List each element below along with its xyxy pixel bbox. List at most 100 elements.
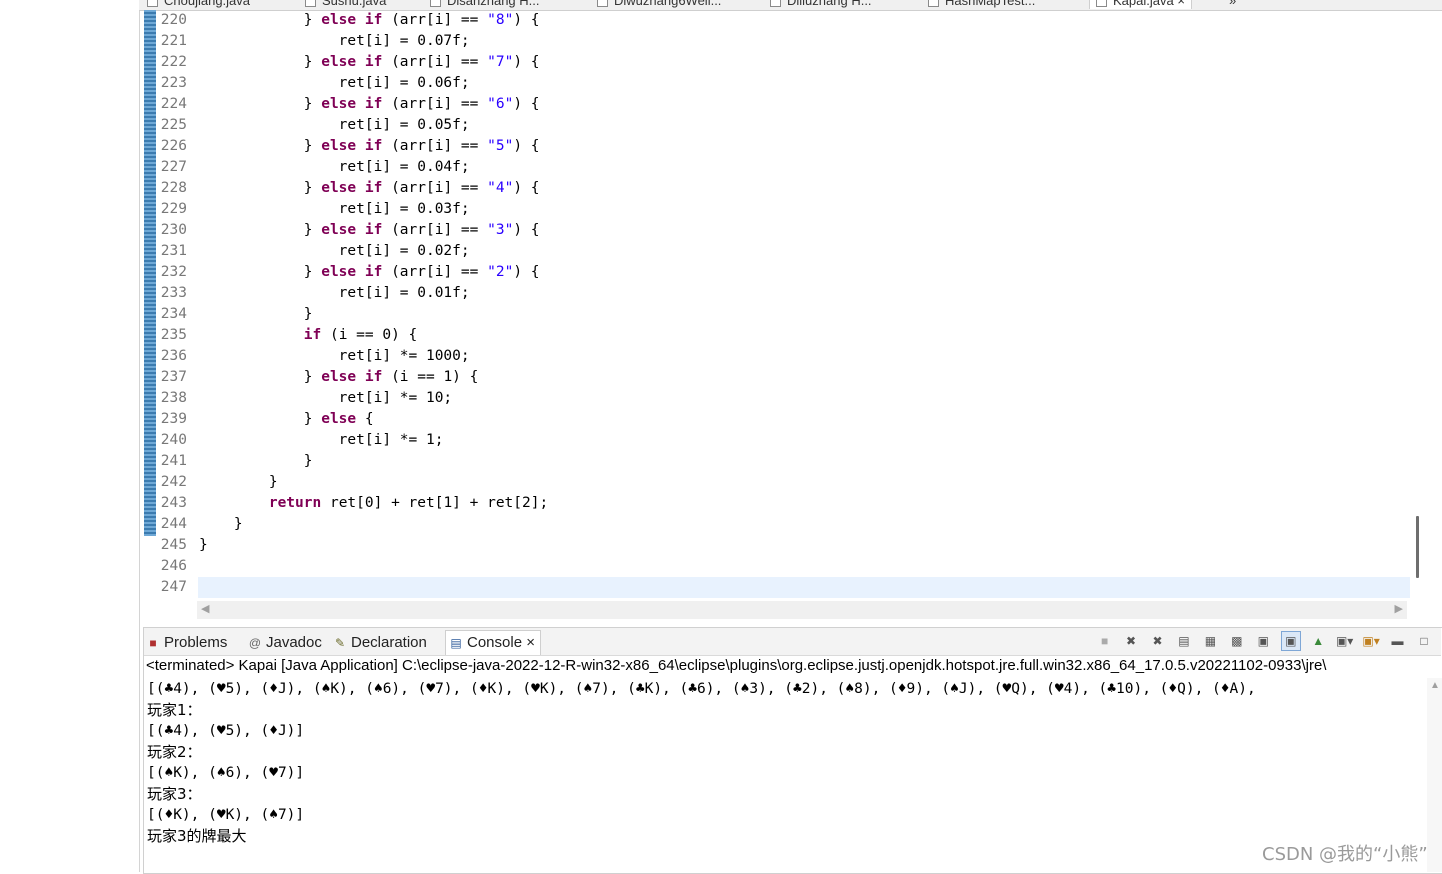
console-line: [(♣4), (♥5), (♦J), (♠K), (♠6), (♥7), (♦K… — [147, 681, 1256, 697]
editor-tab-sushu[interactable]: Sushu.java — [305, 0, 386, 9]
tab-console[interactable]: ▤ Console × — [445, 630, 541, 655]
editor-horizontal-scrollbar[interactable]: ◀ ▶ — [197, 601, 1407, 619]
code-line[interactable]: 243 return ret[0] + ret[1] + ret[2]; — [155, 493, 1410, 514]
code-token: } — [199, 537, 208, 553]
console-output[interactable]: [(♣4), (♥5), (♦J), (♠K), (♠6), (♥7), (♦K… — [147, 679, 1417, 847]
code-line[interactable]: 221 ret[i] = 0.07f; — [155, 31, 1410, 52]
java-file-icon — [1096, 0, 1107, 8]
code-line[interactable]: 233 ret[i] = 0.01f; — [155, 283, 1410, 304]
code-line[interactable]: 242 } — [155, 472, 1410, 493]
code-token: (arr[i] == — [382, 96, 488, 112]
minimize-icon[interactable]: ▬ — [1389, 632, 1407, 650]
editor-vertical-scrollbar-thumb[interactable] — [1416, 516, 1419, 578]
editor-tab-diwuzhang[interactable]: Diwuzhang6Well... — [597, 0, 721, 9]
code-keyword: else — [321, 222, 357, 238]
console-line: 玩家3： — [147, 785, 202, 803]
line-number: 239 — [160, 411, 187, 427]
code-string: "5" — [487, 138, 514, 154]
code-line[interactable]: 246 — [155, 556, 1410, 577]
scroll-left-icon[interactable]: ◀ — [201, 602, 209, 615]
code-token: (i == 1) { — [382, 369, 479, 385]
code-line[interactable]: 238 ret[i] *= 10; — [155, 388, 1410, 409]
code-token: (arr[i] == — [382, 264, 488, 280]
code-line[interactable]: 234 } — [155, 304, 1410, 325]
pin-console-icon[interactable]: ▲ — [1309, 632, 1327, 650]
code-token: } — [199, 474, 278, 490]
code-editor[interactable]: 220 } else if (arr[i] == "8") {221 ret[i… — [155, 10, 1410, 598]
maximize-icon[interactable]: □ — [1415, 632, 1433, 650]
code-token: ret[i] = 0.06f; — [199, 75, 470, 91]
code-token: } — [199, 222, 322, 238]
remove-launch-icon[interactable]: ✖ — [1122, 632, 1140, 650]
code-line[interactable]: 231 ret[i] = 0.02f; — [155, 241, 1410, 262]
tab-overflow-icon[interactable]: » — [1229, 0, 1236, 9]
code-token: } — [199, 306, 313, 322]
tab-javadoc[interactable]: @ Javadoc — [248, 632, 322, 653]
tab-declaration[interactable]: ✎ Declaration — [333, 632, 427, 653]
code-line[interactable]: 247 — [161, 577, 1410, 598]
scroll-lock-icon[interactable]: ▦ — [1201, 632, 1219, 650]
line-number: 246 — [160, 558, 187, 574]
code-line[interactable]: 232 } else if (arr[i] == "2") { — [155, 262, 1410, 283]
code-line[interactable]: 236 ret[i] *= 1000; — [155, 346, 1410, 367]
code-token: } — [199, 453, 313, 469]
code-line[interactable]: 244 } — [155, 514, 1410, 535]
code-line[interactable]: 230 } else if (arr[i] == "3") { — [155, 220, 1410, 241]
code-line[interactable]: 245} — [155, 535, 1410, 556]
code-text: ret[i] *= 1000; — [199, 346, 470, 367]
close-icon[interactable]: × — [1177, 0, 1185, 8]
word-wrap-icon[interactable]: ▩ — [1228, 632, 1246, 650]
code-line[interactable]: 229 ret[i] = 0.03f; — [155, 199, 1410, 220]
clear-console-icon[interactable]: ▤ — [1175, 632, 1193, 650]
console-vertical-scrollbar[interactable]: ▲ — [1427, 678, 1442, 872]
code-token: } — [199, 138, 322, 154]
editor-tab-disanzhang[interactable]: Disanzhang H... — [430, 0, 540, 9]
editor-tab-kapai[interactable]: Kapai.java × — [1089, 0, 1192, 9]
code-line[interactable]: 226 } else if (arr[i] == "5") { — [155, 136, 1410, 157]
open-console-icon[interactable]: ▣▾ — [1362, 632, 1380, 650]
code-line[interactable]: 225 ret[i] = 0.05f; — [155, 115, 1410, 136]
remove-all-launches-icon[interactable]: ✖ — [1148, 632, 1166, 650]
code-text: ret[i] = 0.04f; — [199, 157, 470, 178]
code-line[interactable]: 237 } else if (i == 1) { — [155, 367, 1410, 388]
editor-tab-diliuzhang[interactable]: Diliuzhang H... — [770, 0, 872, 9]
tab-problems[interactable]: ■ Problems — [146, 632, 227, 653]
editor-tab-choujiang[interactable]: Choujiang.java — [147, 0, 250, 9]
line-number: 241 — [160, 453, 187, 469]
code-text: } — [199, 472, 278, 493]
view-tab-bar: ■ Problems @ Javadoc ✎ Declaration ▤ Console… — [144, 628, 1441, 656]
code-line[interactable]: 235 if (i == 0) { — [155, 325, 1410, 346]
show-on-error-icon[interactable]: ▣ — [1280, 631, 1301, 651]
java-file-icon — [597, 0, 608, 8]
code-token: } — [199, 411, 322, 427]
code-keyword: else — [321, 138, 357, 154]
display-selected-console-icon[interactable]: ▣▾ — [1336, 632, 1354, 650]
show-on-output-icon[interactable]: ▣ — [1254, 632, 1272, 650]
code-string: "7" — [487, 54, 514, 70]
close-icon[interactable]: × — [526, 634, 535, 651]
code-line[interactable]: 227 ret[i] = 0.04f; — [155, 157, 1410, 178]
line-number: 227 — [160, 159, 187, 175]
terminate-icon[interactable]: ■ — [1096, 632, 1114, 650]
scroll-right-icon[interactable]: ▶ — [1395, 602, 1403, 615]
code-token: ) { — [513, 222, 540, 238]
line-number: 222 — [160, 54, 187, 70]
editor-tab-hashmaptest[interactable]: HashMapTest... — [928, 0, 1035, 9]
code-line[interactable]: 224 } else if (arr[i] == "6") { — [155, 94, 1410, 115]
code-line[interactable]: 239 } else { — [155, 409, 1410, 430]
code-keyword: if — [303, 327, 322, 343]
line-number: 235 — [160, 327, 187, 343]
code-line[interactable]: 240 ret[i] *= 1; — [155, 430, 1410, 451]
java-file-icon — [430, 0, 441, 8]
java-file-icon — [305, 0, 316, 8]
code-line[interactable]: 228 } else if (arr[i] == "4") { — [155, 178, 1410, 199]
code-line[interactable]: 220 } else if (arr[i] == "8") { — [155, 10, 1410, 31]
code-line[interactable]: 241 } — [155, 451, 1410, 472]
code-line[interactable]: 223 ret[i] = 0.06f; — [155, 73, 1410, 94]
code-line[interactable]: 222 } else if (arr[i] == "7") { — [155, 52, 1410, 73]
scroll-up-icon[interactable]: ▲ — [1430, 680, 1440, 691]
